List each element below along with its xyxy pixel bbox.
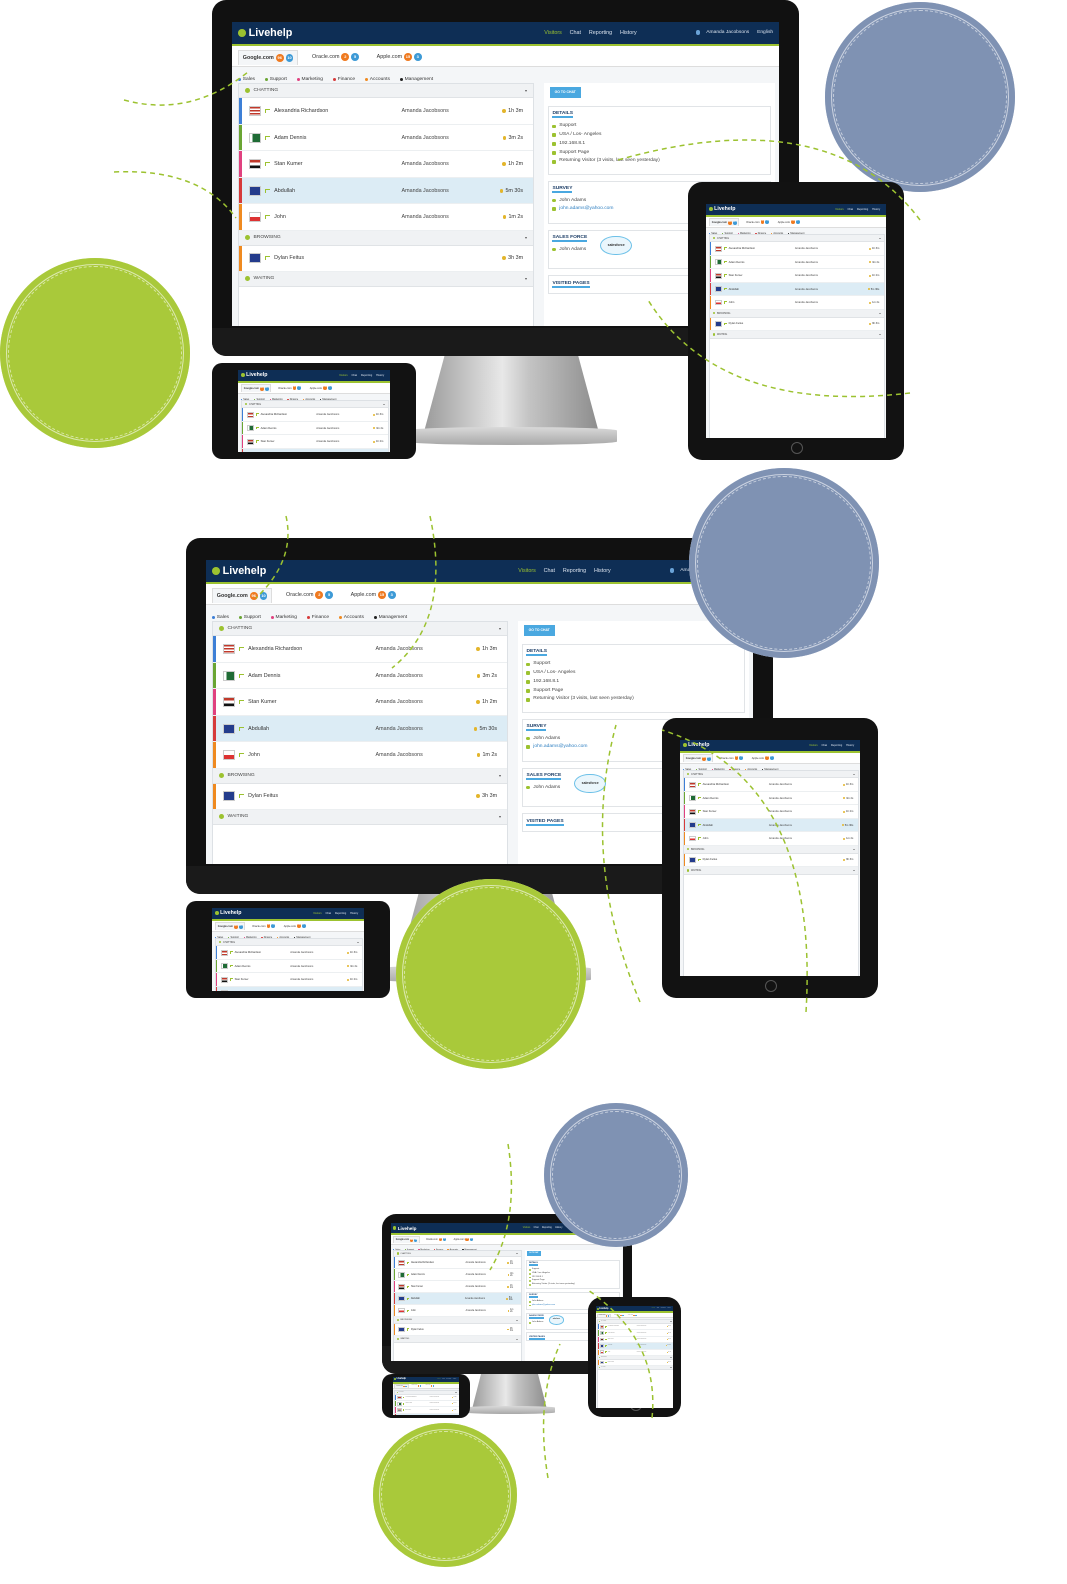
dashed-arrow <box>601 724 641 1003</box>
dashed-arrow <box>489 1143 513 1271</box>
dashed-arrow <box>587 1289 654 1419</box>
dashed-arrow <box>542 1343 561 1479</box>
dashed-arrow <box>123 71 249 106</box>
dashed-arrow <box>647 299 911 398</box>
dashed-arrow <box>391 515 437 669</box>
dashed-arrow <box>617 139 921 221</box>
dashed-arrow <box>113 170 237 219</box>
dashed-arrow <box>661 729 808 1013</box>
dashed-arrow <box>255 515 289 599</box>
guide-arrows <box>113 71 921 1479</box>
